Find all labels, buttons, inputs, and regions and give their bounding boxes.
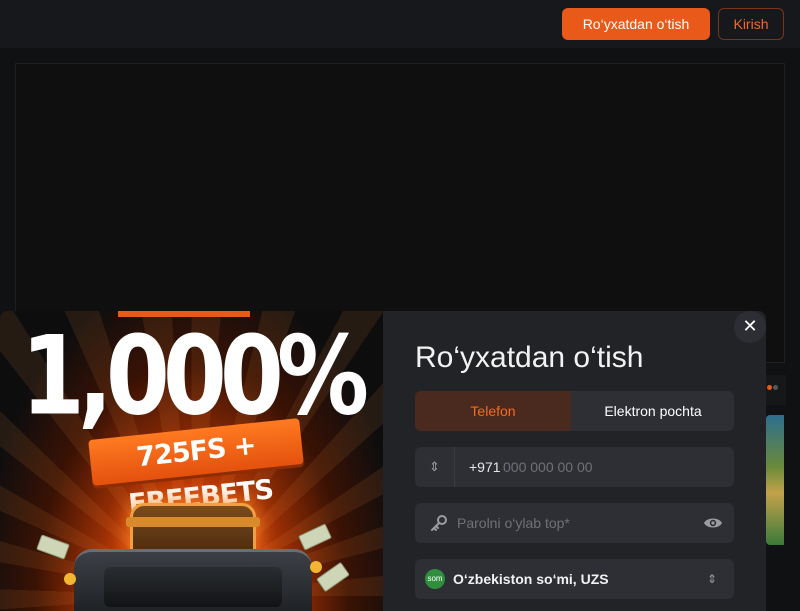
coin-image [64,573,76,585]
car-window [104,567,282,607]
registration-form: Ro‘yxatdan o‘tish Telefon Elektron pocht… [383,311,766,611]
eye-icon[interactable] [703,514,723,532]
registration-modal: 1,000% 725FS + FREEBETS Ro‘yxatdan o‘tis… [0,311,766,611]
tab-email[interactable]: Elektron pochta [572,391,734,431]
phone-input[interactable] [503,457,723,477]
sort-arrows-icon: ⇕ [429,459,440,474]
password-input[interactable] [457,513,697,533]
top-navbar: Ro‘yxatdan o‘tish Kirish [0,0,800,48]
password-field [415,503,734,543]
tab-phone[interactable]: Telefon [415,391,571,431]
sort-arrows-icon: ⇕ [707,572,718,586]
currency-label: O‘zbekiston so‘mi, UZS [453,571,609,587]
currency-select[interactable]: som O‘zbekiston so‘mi, UZS ⇕ [415,559,734,599]
close-icon[interactable]: ✕ [734,311,766,343]
registration-method-tabs: Telefon Elektron pochta [415,391,734,431]
carousel-indicator [766,375,786,405]
treasure-chest-lid [126,517,260,527]
carousel-dot-active[interactable] [767,385,772,390]
login-button[interactable]: Kirish [718,8,784,40]
country-code-selector[interactable]: ⇕ [415,447,455,487]
promo-headline: 1,000% [20,313,369,440]
game-thumbnail[interactable] [766,415,784,545]
coin-image [310,561,322,573]
promo-banner: 1,000% 725FS + FREEBETS [0,311,383,611]
register-button[interactable]: Ro‘yxatdan o‘tish [562,8,710,40]
key-icon [431,515,447,531]
form-title: Ro‘yxatdan o‘tish [415,341,644,374]
carousel-dot[interactable] [773,385,778,390]
currency-badge-icon: som [425,569,445,589]
phone-field: ⇕ +971 [415,447,734,487]
phone-country-code: +971 [469,459,501,475]
